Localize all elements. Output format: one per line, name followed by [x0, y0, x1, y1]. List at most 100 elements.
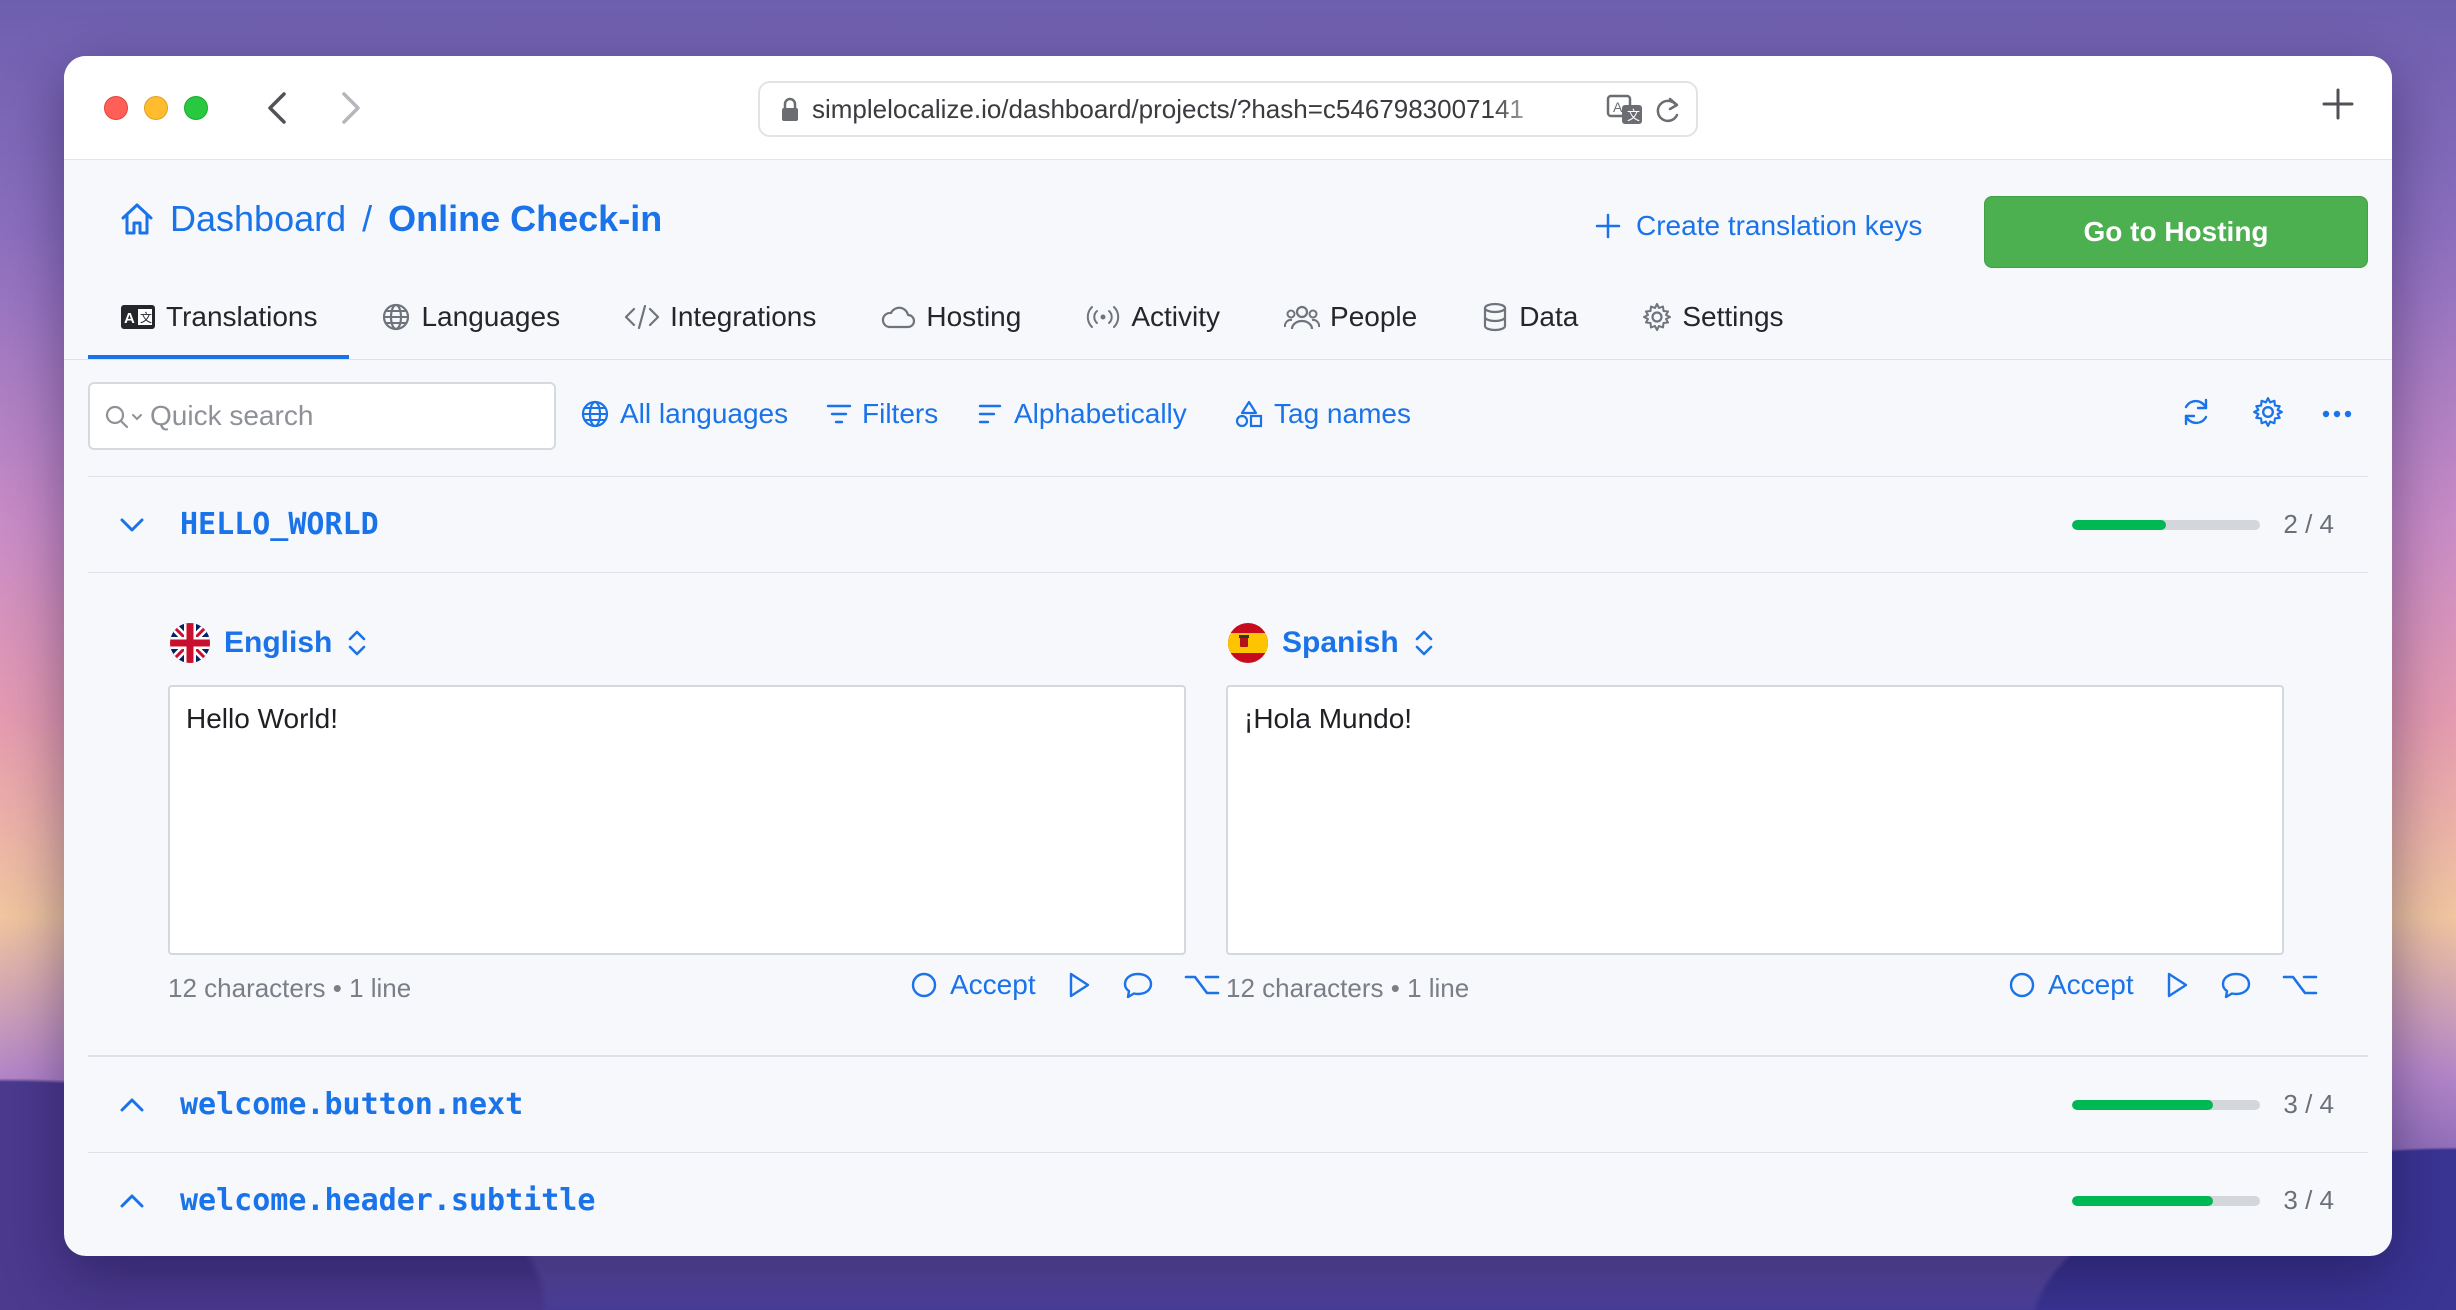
tab-settings[interactable]: Settings — [1610, 275, 1815, 359]
browser-window: simplelocalize.io/dashboard/projects/?ha… — [64, 56, 2392, 1256]
globe-icon — [383, 303, 410, 331]
translation-key-row[interactable]: HELLO_WORLD 2 / 4 — [88, 476, 2368, 572]
sort-button[interactable]: Alphabetically — [978, 398, 1187, 430]
tab-label: Settings — [1682, 301, 1784, 332]
tab-integrations[interactable]: Integrations — [592, 275, 848, 359]
chevron-up-icon[interactable] — [118, 1091, 146, 1119]
tab-label: Data — [1519, 301, 1579, 332]
browser-toolbar: simplelocalize.io/dashboard/projects/?ha… — [64, 56, 2392, 160]
translation-actions-spanish: Accept — [2008, 969, 2318, 1001]
tab-people[interactable]: People — [1252, 275, 1449, 359]
new-tab-button[interactable] — [2320, 86, 2356, 127]
refresh-button[interactable] — [2180, 396, 2212, 433]
forward-button[interactable] — [326, 84, 374, 132]
translations-icon: A文 — [121, 305, 155, 329]
tab-label: Hosting — [926, 301, 1022, 332]
refresh-icon — [2184, 398, 2208, 426]
code-icon — [624, 304, 660, 330]
tab-label: Languages — [421, 301, 561, 332]
translation-key-row[interactable]: welcome.header.subtitle 3 / 4 — [88, 1152, 2368, 1248]
translation-count: 2 / 4 — [2283, 509, 2334, 539]
progress-fill — [2072, 519, 2166, 530]
search-input[interactable] — [150, 400, 530, 432]
tag-names-button[interactable]: Tag names — [1234, 398, 1411, 430]
tab-hosting[interactable]: Hosting — [848, 275, 1053, 359]
project-header: Dashboard / Online Check-in Create trans… — [64, 160, 2392, 360]
translation-editor-panel: English Hello World! 12 characters • 1 l… — [88, 572, 2368, 1056]
reload-icon[interactable] — [1652, 95, 1682, 127]
language-name: English — [224, 626, 333, 659]
chevron-up-down-icon — [1415, 630, 1433, 656]
url-text: simplelocalize.io/dashboard/projects/?ha… — [812, 93, 1524, 124]
translation-count: 3 / 4 — [2283, 1089, 2334, 1119]
translation-progress-bar — [2072, 1099, 2260, 1110]
tab-label: Translations — [166, 301, 318, 332]
chevron-down-icon[interactable] — [118, 511, 146, 539]
database-icon — [1484, 302, 1507, 332]
comment-icon[interactable] — [2220, 971, 2252, 999]
accept-label: Accept — [950, 969, 1036, 1000]
maximize-window-button[interactable] — [184, 96, 208, 120]
search-icon — [105, 405, 142, 429]
project-title: Online Check-in — [388, 198, 663, 239]
svg-text:A: A — [124, 310, 135, 327]
chevron-left-icon — [268, 92, 286, 124]
home-icon[interactable] — [118, 200, 156, 238]
more-options-button[interactable] — [2322, 406, 2352, 424]
create-translation-keys-button[interactable]: Create translation keys — [1594, 210, 1922, 242]
gear-icon — [1643, 303, 1672, 331]
translation-key-name: welcome.header.subtitle — [180, 1183, 596, 1218]
translation-textarea-english[interactable]: Hello World! — [168, 685, 1186, 955]
more-horizontal-icon — [2322, 410, 2352, 418]
progress-fill — [2072, 1099, 2213, 1110]
globe-icon — [581, 400, 609, 428]
translation-key-list: HELLO_WORLD 2 / 4 English Hello World! 1… — [88, 476, 2368, 1256]
tab-label: Activity — [1131, 301, 1221, 332]
tab-data[interactable]: Data — [1449, 275, 1610, 359]
breadcrumb-dashboard-link[interactable]: Dashboard — [170, 198, 346, 240]
chevron-up-icon[interactable] — [118, 1187, 146, 1215]
shapes-icon — [1235, 400, 1263, 428]
go-to-hosting-button[interactable]: Go to Hosting — [1984, 196, 2368, 268]
play-icon[interactable] — [2164, 971, 2190, 999]
view-settings-button[interactable] — [2252, 396, 2284, 433]
svg-text:A: A — [1613, 99, 1623, 115]
cloud-icon — [882, 306, 916, 329]
chevron-up-down-icon — [349, 630, 366, 656]
translation-textarea-spanish[interactable]: ¡Hola Mundo! — [1226, 685, 2284, 955]
accept-button[interactable]: Accept — [910, 969, 1036, 1001]
svg-text:文: 文 — [140, 310, 152, 325]
translation-key-row[interactable]: welcome.button.next 3 / 4 — [88, 1056, 2368, 1152]
filter-icon — [826, 404, 852, 424]
uk-flag-icon — [170, 623, 210, 663]
tab-translations[interactable]: A文 Translations — [88, 275, 350, 359]
back-button[interactable] — [254, 84, 302, 132]
minimize-window-button[interactable] — [144, 96, 168, 120]
filters-button[interactable]: Filters — [826, 398, 938, 430]
close-window-button[interactable] — [104, 96, 128, 120]
search-box — [88, 382, 556, 450]
translate-icon[interactable]: A文 — [1606, 93, 1644, 127]
address-bar[interactable]: simplelocalize.io/dashboard/projects/?ha… — [758, 81, 1698, 137]
option-key-icon[interactable] — [1184, 971, 1220, 999]
language-selector-spanish[interactable]: Spanish — [1228, 623, 1435, 663]
plus-icon — [2322, 88, 2354, 120]
progress-fill — [2072, 1195, 2213, 1206]
translation-key-name: HELLO_WORLD — [180, 507, 379, 542]
translation-count: 3 / 4 — [2283, 1185, 2334, 1215]
option-key-icon[interactable] — [2282, 971, 2318, 999]
tab-activity[interactable]: Activity — [1053, 275, 1252, 359]
plus-icon — [1595, 213, 1621, 239]
language-selector-english[interactable]: English — [170, 623, 368, 663]
breadcrumb: Dashboard / Online Check-in — [118, 198, 662, 240]
play-icon[interactable] — [1066, 971, 1092, 999]
all-languages-label: All languages — [620, 398, 789, 429]
comment-icon[interactable] — [1122, 971, 1154, 999]
language-name: Spanish — [1282, 626, 1399, 659]
sort-icon — [978, 404, 1002, 424]
accept-button[interactable]: Accept — [2008, 969, 2134, 1001]
translation-key-name: welcome.button.next — [180, 1087, 524, 1122]
tab-languages[interactable]: Languages — [349, 275, 592, 359]
tag-names-label: Tag names — [1274, 398, 1411, 429]
all-languages-filter[interactable]: All languages — [580, 398, 788, 430]
